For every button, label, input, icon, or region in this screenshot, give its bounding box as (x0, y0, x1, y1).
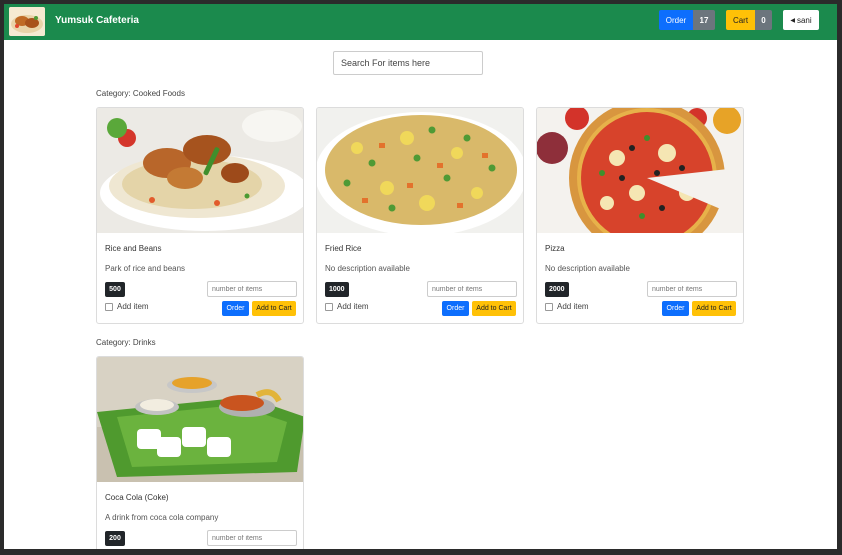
add-item-checkbox[interactable]: Add item (325, 302, 369, 311)
product-description: No description available (545, 264, 630, 273)
checkbox-box[interactable] (545, 302, 553, 311)
cart-button[interactable]: Cart 0 (726, 10, 772, 30)
search-input[interactable] (333, 51, 483, 75)
order-item-button[interactable]: Order (662, 301, 689, 316)
quantity-input[interactable] (427, 281, 517, 297)
product-description: No description available (325, 264, 410, 273)
category-heading-drinks: Category: Drinks (96, 338, 156, 347)
product-name: Coca Cola (Coke) (105, 493, 169, 502)
add-to-cart-button[interactable]: Add to Cart (472, 301, 516, 316)
brand-name[interactable]: Yumsuk Cafeteria (55, 15, 139, 26)
price-badge: 200 (105, 531, 125, 546)
product-image (537, 108, 743, 233)
add-item-checkbox[interactable]: Add item (105, 302, 149, 311)
quantity-input[interactable] (207, 530, 297, 546)
chevron-left-icon: ◀ (790, 17, 795, 24)
add-item-label: Add item (557, 302, 589, 311)
price-badge: 2000 (545, 282, 569, 297)
category-heading-cooked-foods: Category: Cooked Foods (96, 89, 185, 98)
add-to-cart-button[interactable]: Add to Cart (252, 301, 296, 316)
checkbox-box[interactable] (105, 302, 113, 311)
price-badge: 500 (105, 282, 125, 297)
user-name: sani (796, 15, 812, 25)
add-to-cart-button[interactable]: Add to Cart (692, 301, 736, 316)
order-item-button[interactable]: Order (222, 301, 249, 316)
quantity-input[interactable] (207, 281, 297, 297)
add-item-label: Add item (117, 302, 149, 311)
quantity-input[interactable] (647, 281, 737, 297)
add-item-label: Add item (337, 302, 369, 311)
cart-label: Cart (726, 10, 755, 30)
order-item-button[interactable]: Order (442, 301, 469, 316)
checkbox-box[interactable] (325, 302, 333, 311)
product-image (317, 108, 523, 233)
product-card: Pizza No description available 2000 Add … (536, 107, 744, 324)
product-image (97, 357, 303, 482)
product-card: Fried Rice No description available 1000… (316, 107, 524, 324)
user-button[interactable]: ◀ sani (783, 10, 819, 30)
order-button[interactable]: Order 17 (659, 10, 715, 30)
cart-count-badge: 0 (755, 10, 772, 30)
product-image (97, 108, 303, 233)
product-name: Pizza (545, 244, 565, 253)
order-count-badge: 17 (693, 10, 715, 30)
add-item-checkbox[interactable]: Add item (545, 302, 589, 311)
app-window: Yumsuk Cafeteria Order 17 Cart 0 ◀ sani … (4, 4, 837, 549)
product-card: Coca Cola (Coke) A drink from coca cola … (96, 356, 304, 549)
brand-logo[interactable] (9, 7, 45, 36)
price-badge: 1000 (325, 282, 349, 297)
navbar: Yumsuk Cafeteria Order 17 Cart 0 ◀ sani (4, 4, 837, 40)
product-name: Rice and Beans (105, 244, 162, 253)
product-description: Park of rice and beans (105, 264, 186, 273)
product-name: Fried Rice (325, 244, 362, 253)
order-label: Order (659, 10, 693, 30)
product-description: A drink from coca cola company (105, 513, 219, 522)
product-card: Rice and Beans Park of rice and beans 50… (96, 107, 304, 324)
